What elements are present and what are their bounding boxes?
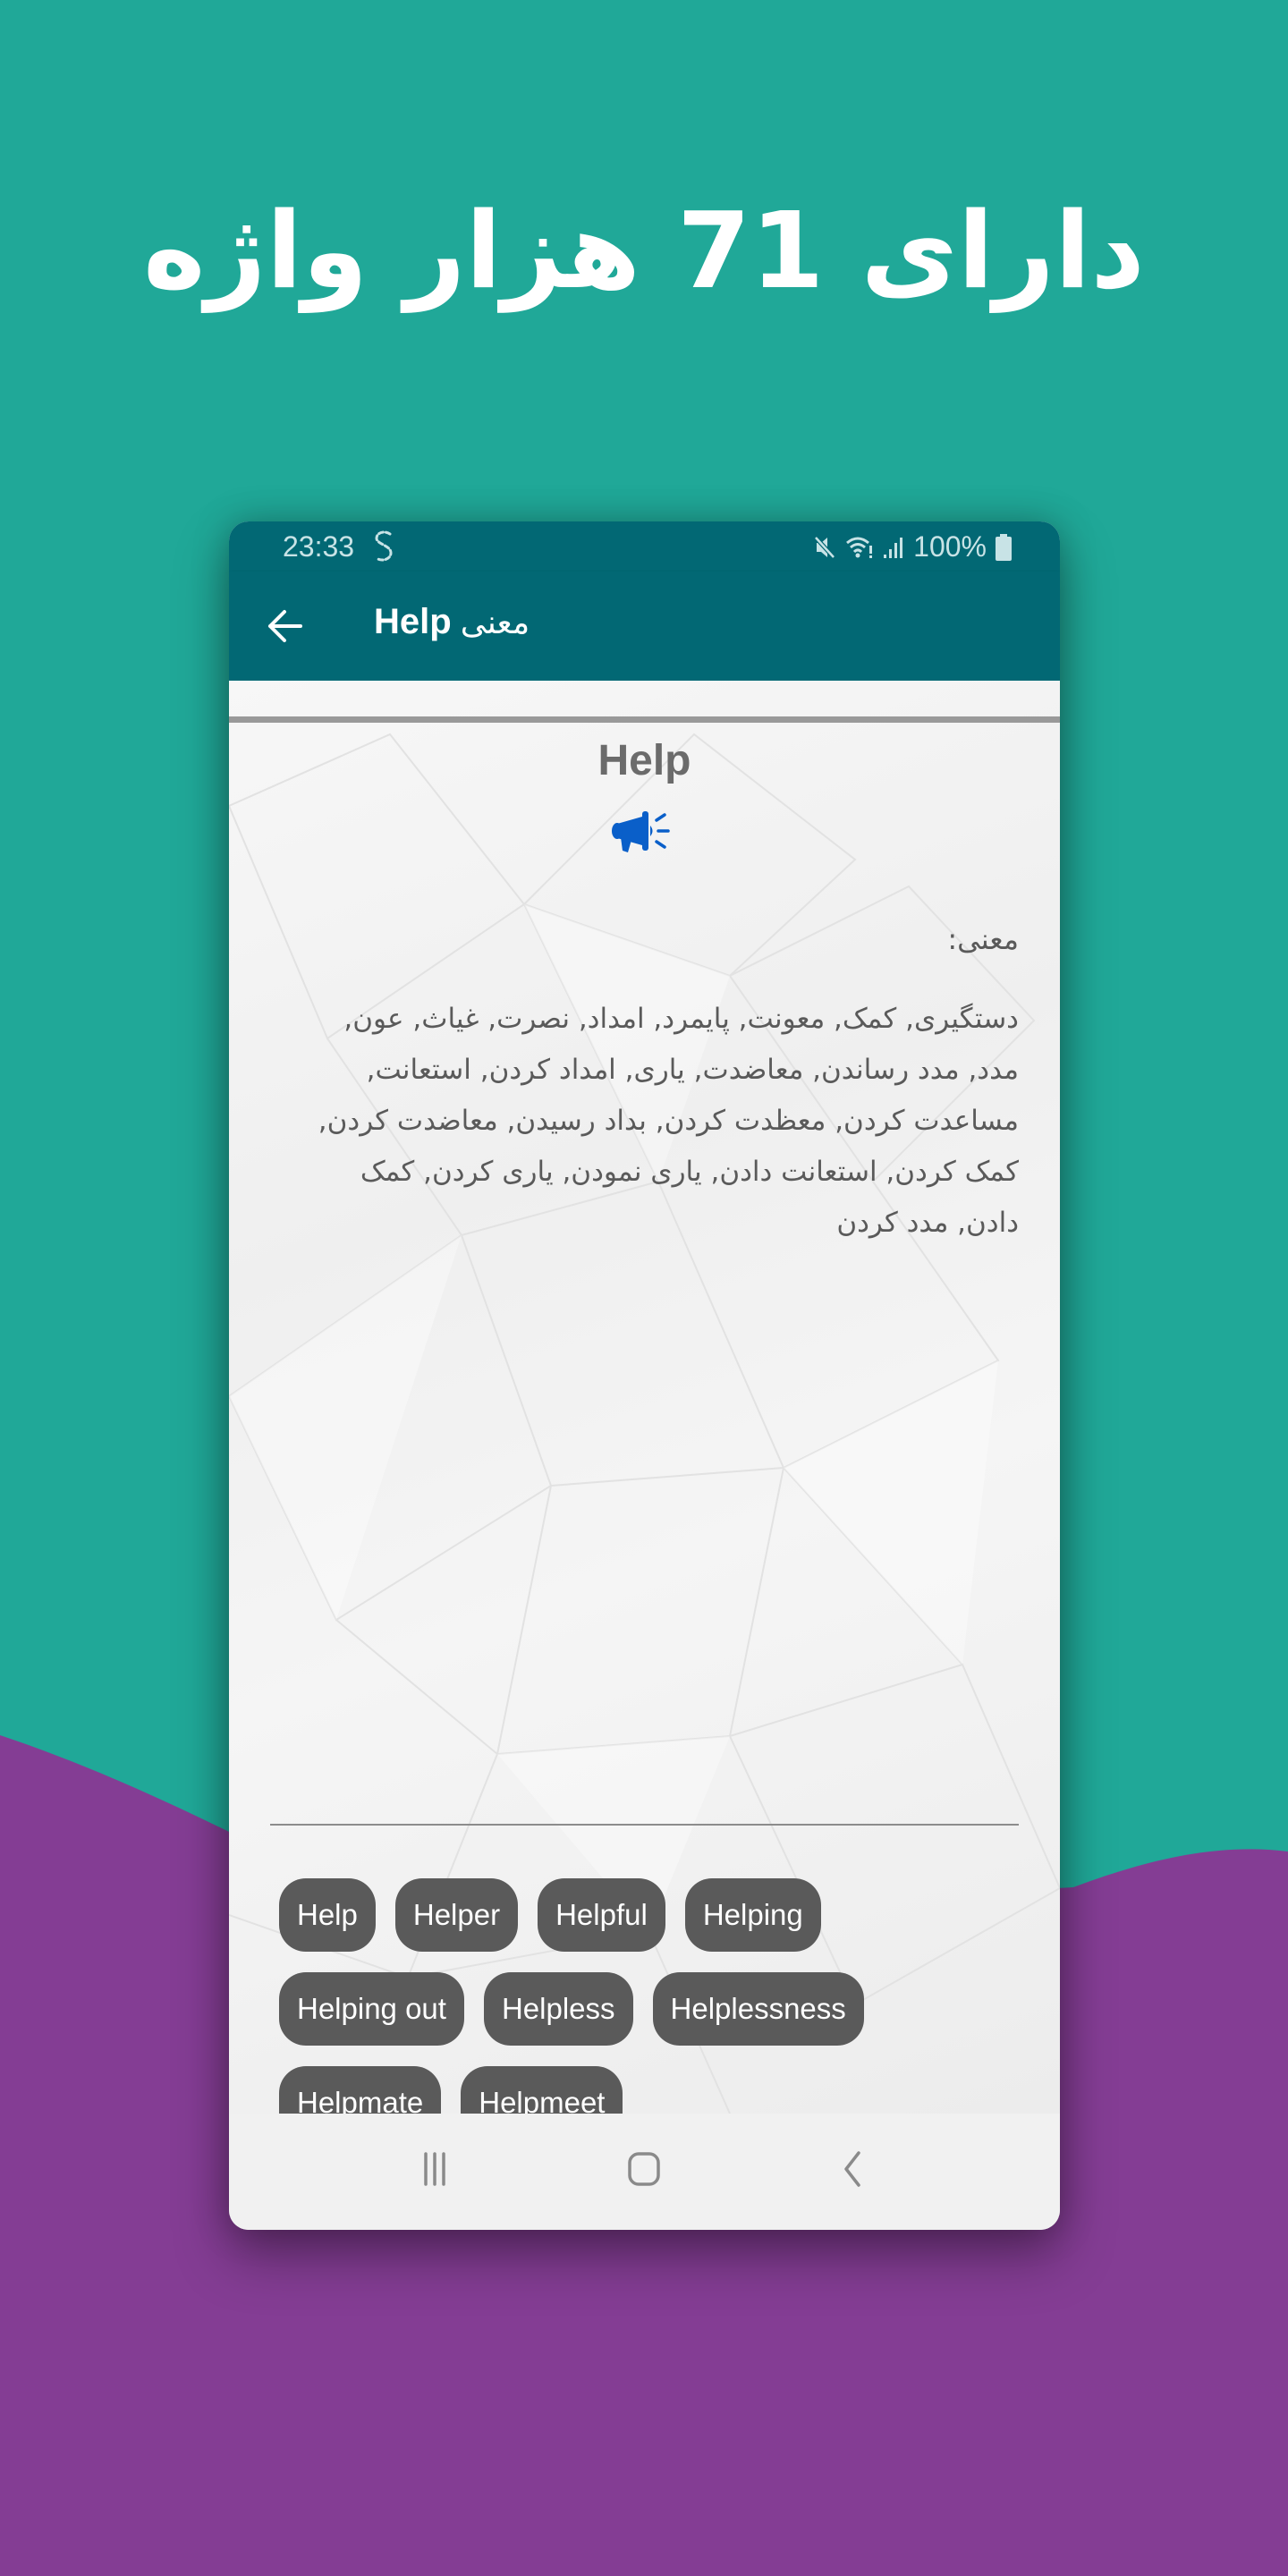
battery-percent: 100% xyxy=(913,530,987,563)
related-word-chip[interactable]: Helper xyxy=(394,1878,519,1952)
app-bar: Help معنی xyxy=(229,572,1060,681)
related-word-chip[interactable]: Helpful xyxy=(538,1878,665,1952)
phone-screen: 23:33 100% Help معنی Help معنی: دستگیری,… xyxy=(229,521,1060,2230)
app-bar-title: Help معنی xyxy=(374,602,530,642)
related-word-chip[interactable]: Helpless xyxy=(483,1972,633,2046)
meaning-content: Help معنی: دستگیری, کمک, معونت, پایمرد, … xyxy=(229,681,1060,2140)
status-icons: 100% xyxy=(813,530,1012,564)
navigation-bar xyxy=(229,2114,1060,2230)
recent-apps-icon[interactable] xyxy=(408,2142,462,2196)
mute-icon xyxy=(814,535,836,559)
word-title: Help xyxy=(597,737,691,784)
home-icon[interactable] xyxy=(617,2142,671,2196)
wifi-icon xyxy=(846,537,873,558)
meaning-text: دستگیری, کمک, معونت, پایمرد, امداد, نصرت… xyxy=(318,1003,1019,1239)
megaphone-icon[interactable] xyxy=(608,806,676,856)
section-divider xyxy=(270,1824,1019,1826)
arrow-left-icon[interactable] xyxy=(265,606,306,647)
back-icon[interactable] xyxy=(826,2142,880,2196)
headline: دارای 71 هزار واژه xyxy=(143,189,1145,312)
related-word-chip[interactable]: Helping out xyxy=(279,1972,464,2046)
related-word-chip[interactable]: Help xyxy=(279,1878,376,1952)
app-bar-title-prefix: معنی xyxy=(460,605,530,641)
signal-icon xyxy=(884,537,903,558)
related-word-chip[interactable]: Helping xyxy=(684,1878,821,1952)
battery-icon xyxy=(996,533,1012,561)
speedify-s-icon xyxy=(375,530,393,562)
meaning-label: معنی: xyxy=(947,922,1019,956)
status-time: 23:33 xyxy=(283,530,355,563)
top-divider xyxy=(229,716,1060,723)
related-words: Help Helper Helpful Helping Helping out … xyxy=(279,1878,1013,2140)
related-word-chip[interactable]: Helplessness xyxy=(652,1972,864,2046)
app-bar-title-word: Help xyxy=(374,602,452,641)
status-bar: 23:33 100% xyxy=(229,521,1060,572)
